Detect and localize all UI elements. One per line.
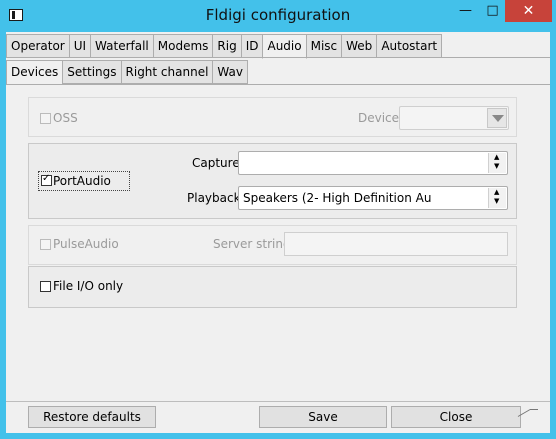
capture-label: Capture: <box>192 156 244 170</box>
capture-select[interactable] <box>238 151 508 175</box>
audio-subtabs: Devices Settings Right channel Wav <box>6 60 248 85</box>
tab-rig[interactable]: Rig <box>212 34 242 58</box>
tab-devices[interactable]: Devices <box>6 60 64 85</box>
portaudio-group: PortAudio Capture: Playback: Speakers (2… <box>28 143 517 219</box>
save-button[interactable]: Save <box>259 406 387 428</box>
server-string-label: Server string: <box>213 237 295 251</box>
tab-ui[interactable]: UI <box>68 34 92 58</box>
tab-settings[interactable]: Settings <box>62 60 122 84</box>
fileio-group: File I/O only <box>28 266 517 308</box>
tab-operator[interactable]: Operator <box>6 34 70 58</box>
close-button[interactable]: Close <box>391 406 521 428</box>
tab-web[interactable]: Web <box>341 34 378 58</box>
tab-id[interactable]: ID <box>240 34 264 58</box>
device-label: Device: <box>358 111 404 125</box>
oss-checkbox[interactable] <box>40 113 51 124</box>
fileio-checkbox[interactable] <box>40 281 51 292</box>
dropdown-arrow-icon[interactable] <box>487 108 507 128</box>
pulseaudio-checkbox[interactable] <box>40 239 51 250</box>
playback-value: Speakers (2- High Definition Au <box>243 191 432 205</box>
tab-wav[interactable]: Wav <box>212 60 248 84</box>
sub-tab-divider <box>6 84 550 85</box>
restore-defaults-button[interactable]: Restore defaults <box>28 406 156 428</box>
tab-modems[interactable]: Modems <box>152 34 214 58</box>
tab-right-channel[interactable]: Right channel <box>120 60 214 84</box>
playback-label: Playback: <box>187 191 245 205</box>
minimize-button[interactable]: — <box>452 0 479 22</box>
main-tab-divider <box>6 57 550 58</box>
updown-arrows-icon[interactable] <box>488 188 506 208</box>
resize-grip-icon[interactable] <box>518 408 538 418</box>
tab-misc[interactable]: Misc <box>305 34 343 58</box>
pulseaudio-label: PulseAudio <box>53 237 119 251</box>
oss-label: OSS <box>53 111 78 125</box>
pulseaudio-group: PulseAudio Server string: <box>28 225 517 265</box>
close-window-button[interactable]: ✕ <box>505 0 552 22</box>
fileio-label: File I/O only <box>53 279 124 293</box>
button-bar: Restore defaults Save Close <box>6 401 550 433</box>
dialog-body: Operator UI Waterfall Modems Rig ID Audi… <box>6 32 550 433</box>
maximize-button[interactable]: □ <box>479 0 506 22</box>
tab-audio[interactable]: Audio <box>262 34 307 59</box>
server-string-input[interactable] <box>284 232 508 256</box>
portaudio-checkbox[interactable] <box>41 173 52 186</box>
portaudio-label: PortAudio <box>53 174 111 188</box>
oss-group: OSS Device: <box>28 97 517 137</box>
tab-waterfall[interactable]: Waterfall <box>90 34 154 58</box>
updown-arrows-icon[interactable] <box>488 153 506 173</box>
oss-device-select[interactable] <box>399 106 509 130</box>
tab-autostart[interactable]: Autostart <box>376 34 443 58</box>
main-tabs: Operator UI Waterfall Modems Rig ID Audi… <box>6 34 443 59</box>
config-window: Fldigi configuration — □ ✕ Operator UI W… <box>0 0 556 439</box>
playback-select[interactable]: Speakers (2- High Definition Au <box>238 186 508 210</box>
title-bar[interactable]: Fldigi configuration — □ ✕ <box>0 0 556 32</box>
